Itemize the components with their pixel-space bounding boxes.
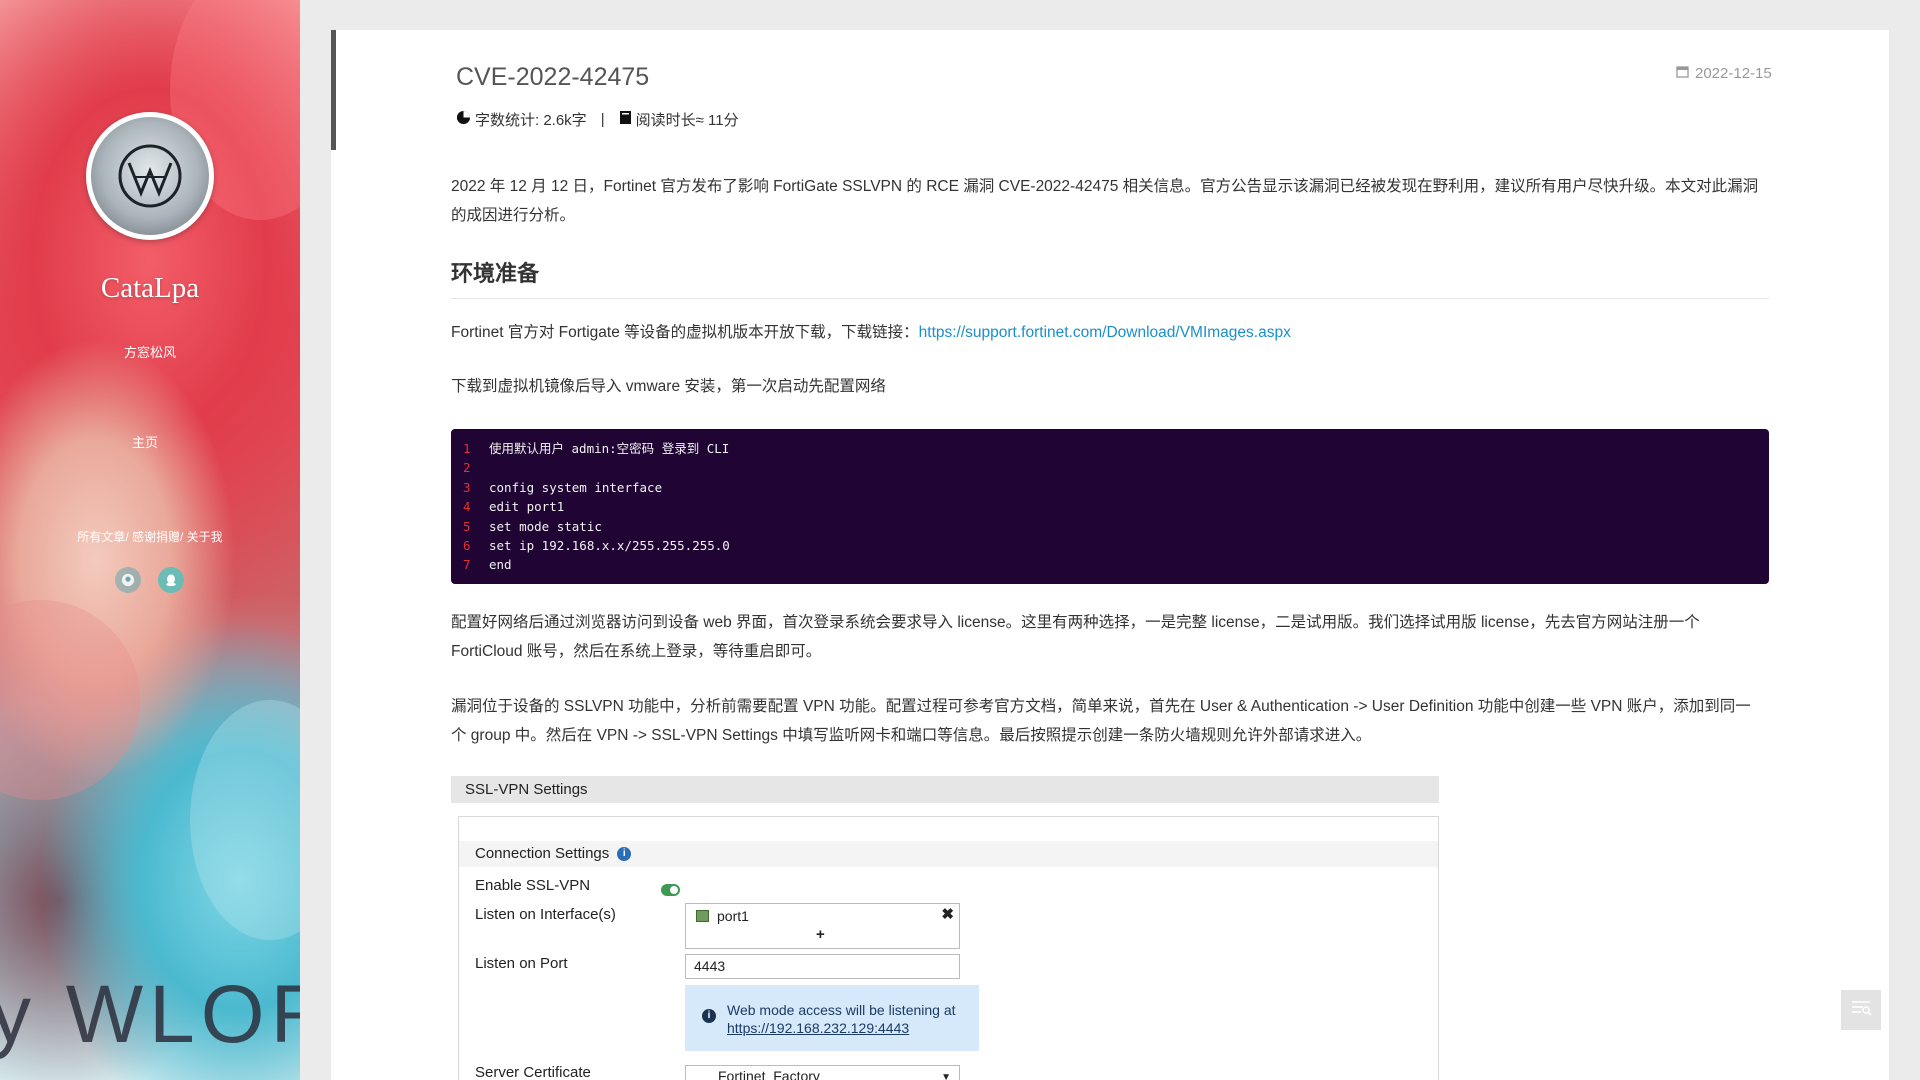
nav-donate[interactable]: 感谢捐赠 — [132, 530, 180, 544]
code-text: set mode static — [489, 518, 602, 534]
ssl-vpn-panel: Connection Settings i Enable SSL-VPN Lis… — [458, 816, 1439, 1080]
listen-interface-label: Listen on Interface(s) — [475, 906, 616, 923]
interface-box: port1 ✖ + — [685, 903, 960, 949]
vm-paragraph: 下载到虚拟机镜像后导入 vmware 安装，第一次启动先配置网络 — [451, 378, 886, 395]
calendar-icon — [1676, 65, 1689, 82]
enable-ssl-vpn-label: Enable SSL-VPN — [475, 877, 591, 894]
listen-port-field: 4443 — [685, 954, 960, 979]
line-number: 4 — [463, 499, 471, 515]
sidebar-watermark: y WLOR — [0, 969, 300, 1060]
code-block: 1 使用默认用户 admin:空密码 登录到 CLI 2 3 config syst… — [451, 429, 1769, 584]
nav-home-link[interactable]: 主页 — [0, 432, 290, 451]
card-accent-bar — [331, 30, 336, 150]
nav-about[interactable]: 关于我 — [187, 530, 223, 544]
code-text: set ip 192.168.x.x/255.255.255.0 — [489, 537, 730, 553]
line-number: 7 — [463, 557, 471, 573]
nav-links: 所有文章/ 感谢捐赠/ 关于我 — [0, 528, 300, 545]
word-count: 字数统计: 2.6k字 — [475, 112, 587, 129]
network-port-icon — [696, 910, 709, 922]
line-number: 1 — [463, 441, 471, 456]
cert-value: Fortinet_Factory — [718, 1068, 820, 1080]
enable-ssl-vpn-toggle — [661, 884, 680, 896]
post-date-text: 2022-12-15 — [1695, 65, 1772, 82]
chevron-down-icon: ▼ — [941, 1072, 951, 1080]
info-link: https://192.168.232.129:4443 — [727, 1020, 910, 1036]
close-icon: ✖ — [941, 906, 954, 923]
plus-icon: + — [816, 926, 825, 943]
post-date: 2022-12-15 — [1676, 65, 1772, 82]
config-paragraph: 配置好网络后通过浏览器访问到设备 web 界面，首次登录系统会要求导入 lice… — [451, 614, 1700, 660]
code-text: 使用默认用户 admin:空密码 登录到 CLI — [489, 441, 730, 456]
toc-icon — [1850, 999, 1872, 1022]
info-icon: i — [617, 847, 632, 861]
line-number: 5 — [463, 518, 471, 534]
intro-paragraph: 2022 年 12 月 12 日，Fortinet 官方发布了影响 FortiG… — [451, 178, 1759, 224]
nav-all-posts[interactable]: 所有文章 — [77, 530, 125, 544]
avatar[interactable] — [86, 112, 214, 240]
info-icon: i — [702, 1009, 716, 1023]
post-title: CVE-2022-42475 — [456, 63, 650, 91]
code-line: 7 end — [463, 555, 1757, 574]
read-time: 阅读时长≈ 11分 — [635, 112, 739, 129]
port-entry: port1 — [696, 908, 749, 924]
section-heading-env: 环境准备 — [451, 256, 1769, 299]
code-text: end — [489, 557, 512, 573]
pie-chart-icon — [456, 110, 471, 129]
github-icon[interactable] — [115, 567, 141, 593]
ssl-vpn-header: SSL-VPN Settings — [451, 776, 1439, 803]
download-text: Fortinet 官方对 Fortigate 等设备的虚拟机版本开放下载，下载链… — [451, 324, 919, 341]
post-meta: 字数统计: 2.6k字 | 阅读时长≈ 11分 — [456, 109, 739, 130]
qq-icon[interactable] — [158, 567, 184, 593]
nav-separator: / — [180, 530, 187, 544]
line-number: 6 — [463, 537, 471, 553]
line-number: 2 — [463, 460, 471, 476]
info-text: Web mode access will be listening at — [727, 1002, 956, 1018]
book-icon — [619, 110, 632, 129]
vuln-paragraph: 漏洞位于设备的 SSLVPN 功能中，分析前需要配置 VPN 功能。配置过程可参… — [451, 698, 1751, 744]
connection-settings-label: Connection Settings — [475, 845, 610, 862]
code-line: 6 set ip 192.168.x.x/255.255.255.0 — [463, 536, 1757, 555]
download-paragraph: Fortinet 官方对 Fortigate 等设备的虚拟机版本开放下载，下载链… — [451, 320, 1291, 342]
code-line: 3 config system interface — [463, 478, 1757, 497]
avatar-logo — [91, 117, 209, 235]
line-number: 3 — [463, 479, 471, 495]
site-motto: 方窓松风 — [123, 345, 176, 360]
code-line: 5 set mode static — [463, 517, 1757, 536]
ssl-vpn-screenshot: SSL-VPN Settings Connection Settings i E… — [451, 776, 1439, 1080]
code-line: 2 — [463, 458, 1757, 477]
connection-settings-row: Connection Settings i — [459, 841, 1438, 867]
post-intro: 2022 年 12 月 12 日，Fortinet 官方发布了影响 FortiG… — [451, 172, 1769, 230]
code-text: edit port1 — [489, 499, 565, 515]
port-name: port1 — [717, 908, 749, 924]
meta-separator: | — [600, 111, 605, 128]
nav-separator: / — [125, 530, 132, 544]
server-cert-label: Server Certificate — [475, 1064, 591, 1080]
code-line: 4 edit port1 — [463, 497, 1757, 516]
code-text: config system interface — [489, 479, 663, 495]
sidebar: CataLpa 方窓松风 主页 所有文章/ 感谢捐赠/ 关于我 y WLOR — [0, 0, 300, 1080]
web-mode-info-box: i Web mode access will be listening at h… — [685, 985, 979, 1051]
site-name[interactable]: CataLpa — [0, 272, 300, 305]
listen-port-label: Listen on Port — [475, 955, 568, 972]
code-line: 1 使用默认用户 admin:空密码 登录到 CLI — [463, 439, 1757, 458]
server-cert-select: Fortinet_Factory ▼ — [685, 1065, 960, 1080]
toc-toggle-button[interactable] — [1841, 990, 1881, 1030]
download-link[interactable]: https://support.fortinet.com/Download/VM… — [919, 324, 1291, 341]
